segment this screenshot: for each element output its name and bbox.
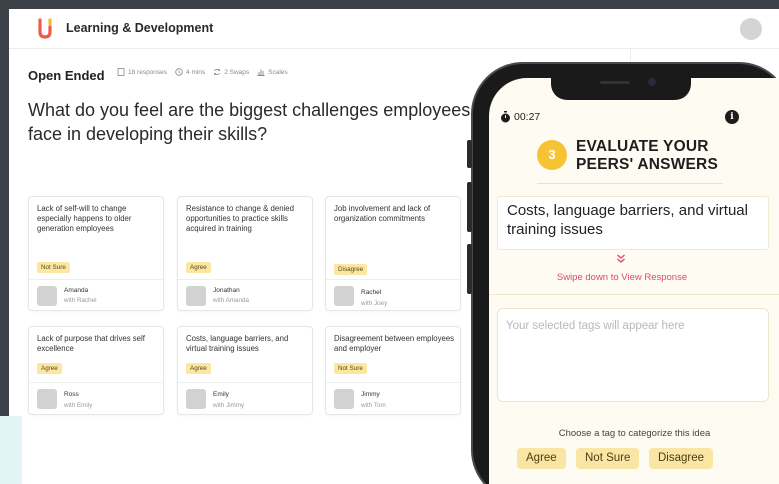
- app-logo-icon[interactable]: [36, 18, 54, 40]
- clock-icon: [175, 68, 183, 76]
- phone-side-button: [467, 244, 472, 294]
- card-avatar: [37, 286, 57, 306]
- phone-camera: [648, 78, 656, 86]
- card-author-name: Ross: [64, 391, 79, 398]
- card-tag: Agree: [186, 262, 211, 273]
- response-card[interactable]: Job involvement and lack of organization…: [325, 196, 461, 311]
- card-response-text: Disagreement between employees and emplo…: [334, 334, 455, 353]
- scales-meta: Scales: [257, 68, 288, 76]
- app-header: Learning & Development: [9, 9, 779, 49]
- card-divider: [29, 382, 163, 383]
- card-divider: [326, 382, 460, 383]
- card-response-text: Costs, language barriers, and virtual tr…: [186, 334, 289, 353]
- duration-value: 4 mins: [186, 68, 206, 76]
- card-avatar: [186, 286, 206, 306]
- card-partner: with Joey: [361, 300, 388, 307]
- card-partner: with Jimmy: [213, 402, 245, 409]
- responses-count: 18 responses: [128, 68, 168, 76]
- response-card[interactable]: Lack of purpose that drives self excelle…: [28, 326, 164, 415]
- duration-meta: 4 mins: [175, 68, 205, 76]
- response-card[interactable]: Resistance to change & denied opportunit…: [177, 196, 313, 311]
- step-title: EVALUATE YOUR PEERS' ANSWERS: [576, 138, 718, 173]
- card-partner: with Amanda: [213, 297, 250, 304]
- card-author-name: Jimmy: [361, 391, 380, 398]
- stopwatch-icon: [501, 111, 510, 123]
- app-title: Learning & Development: [66, 21, 214, 35]
- swipe-hint[interactable]: Swipe down to View Response: [497, 272, 747, 283]
- responses-meta: 18 responses: [117, 68, 167, 76]
- card-divider: [178, 382, 312, 383]
- card-author-name: Emily: [213, 391, 229, 398]
- card-divider: [326, 279, 460, 280]
- card-partner: with Tom: [361, 402, 386, 409]
- activity-type-title: Open Ended: [28, 68, 105, 83]
- background-accent: [0, 416, 22, 484]
- card-tag: Disagree: [334, 264, 368, 275]
- card-tag: Agree: [37, 363, 62, 374]
- card-divider: [29, 279, 163, 280]
- swaps-value: 2 Swaps: [224, 68, 250, 76]
- phone-speaker: [600, 81, 630, 84]
- step-divider: [537, 183, 723, 184]
- card-response-text: Resistance to change & denied opportunit…: [186, 204, 294, 233]
- card-avatar: [334, 286, 354, 306]
- card-response-text: Lack of purpose that drives self excelle…: [37, 334, 145, 353]
- scales-value: Scales: [268, 68, 288, 76]
- phone-notch: [551, 74, 691, 100]
- swap-icon: [214, 68, 221, 76]
- phone-side-button: [467, 140, 472, 168]
- card-response-text: Job involvement and lack of organization…: [334, 204, 431, 223]
- user-avatar[interactable]: [740, 18, 762, 40]
- card-response-text: Lack of self-will to change especially h…: [37, 204, 132, 233]
- choose-tag-label: Choose a tag to categorize this idea: [558, 428, 711, 439]
- card-avatar: [186, 389, 206, 409]
- card-tag: Not Sure: [334, 363, 367, 374]
- countdown-timer: 00:27: [514, 111, 541, 123]
- peer-response-text: Costs, language barriers, and virtual tr…: [507, 202, 748, 238]
- tag-button-agree[interactable]: Agree: [517, 448, 566, 469]
- card-partner: with Rachel: [64, 297, 97, 304]
- card-author-name: Amanda: [64, 287, 89, 294]
- tag-button-disagree[interactable]: Disagree: [649, 448, 714, 469]
- card-author-name: Rachel: [361, 289, 382, 296]
- double-chevron-down-icon[interactable]: [616, 254, 626, 264]
- document-icon: [117, 68, 125, 76]
- section-divider: [489, 294, 779, 295]
- card-author-name: Jonathan: [213, 287, 240, 294]
- question-text: What do you feel are the biggest challen…: [28, 100, 471, 144]
- info-icon[interactable]: i: [725, 110, 739, 124]
- activity-meta: 18 responses 4 mins 2 Swaps Scales: [117, 68, 288, 76]
- response-card[interactable]: Disagreement between employees and emplo…: [325, 326, 461, 415]
- tag-button-not-sure[interactable]: Not Sure: [576, 448, 640, 469]
- card-avatar: [334, 389, 354, 409]
- phone-side-button: [467, 182, 472, 232]
- card-partner: with Emily: [64, 402, 93, 409]
- card-divider: [178, 279, 312, 280]
- response-card[interactable]: Lack of self-will to change especially h…: [28, 196, 164, 311]
- bar-chart-icon: [257, 69, 265, 76]
- step-number-badge: 3: [537, 140, 567, 170]
- card-tag: Agree: [186, 363, 211, 374]
- response-card[interactable]: Costs, language barriers, and virtual tr…: [177, 326, 313, 415]
- tags-placeholder: Your selected tags will appear here: [506, 320, 685, 332]
- card-tag: Not Sure: [37, 262, 70, 273]
- card-avatar: [37, 389, 57, 409]
- swaps-meta: 2 Swaps: [213, 68, 249, 76]
